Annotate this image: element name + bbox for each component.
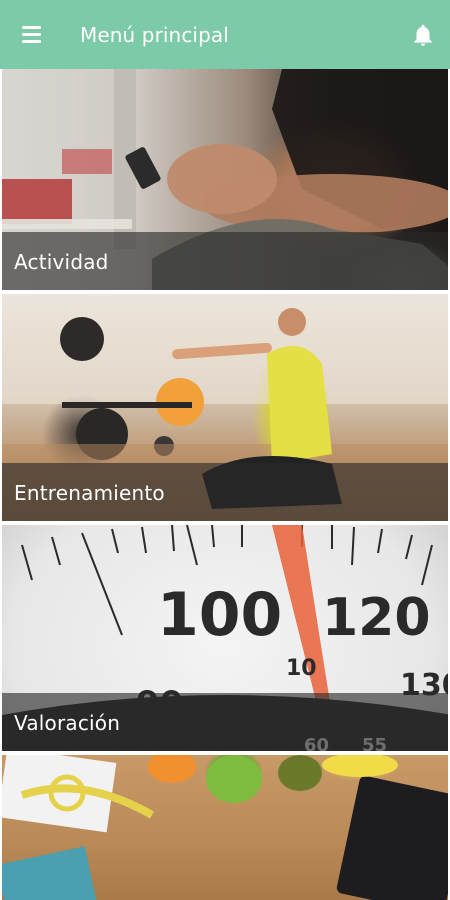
tile-label: Actividad [14,250,109,274]
tile-entrenamiento[interactable]: Entrenamiento [0,294,450,521]
app-screen: Menú principal Actividad Entrenamiento 1… [0,0,450,900]
tile-actividad[interactable]: Actividad [0,69,450,290]
bell-icon [414,24,432,46]
tile-label: Valoración [14,711,121,735]
top-app-bar: Menú principal [0,0,450,69]
menu-button[interactable] [20,24,44,46]
tile-valoracion[interactable]: 100 120 130 90 10 60 55 Valoración [0,525,450,751]
tile-nutricion-image [2,755,448,900]
tile-label: Entrenamiento [14,481,165,505]
main-menu-tiles: Actividad Entrenamiento 100 120 13 10 Va… [0,69,450,900]
scale-number: 120 [322,588,431,648]
scale-number: 10 [286,656,317,681]
notifications-button[interactable] [410,22,436,48]
scale-number: 100 [157,580,282,650]
tile-nutricion[interactable] [0,755,450,900]
page-title: Menú principal [80,23,229,47]
